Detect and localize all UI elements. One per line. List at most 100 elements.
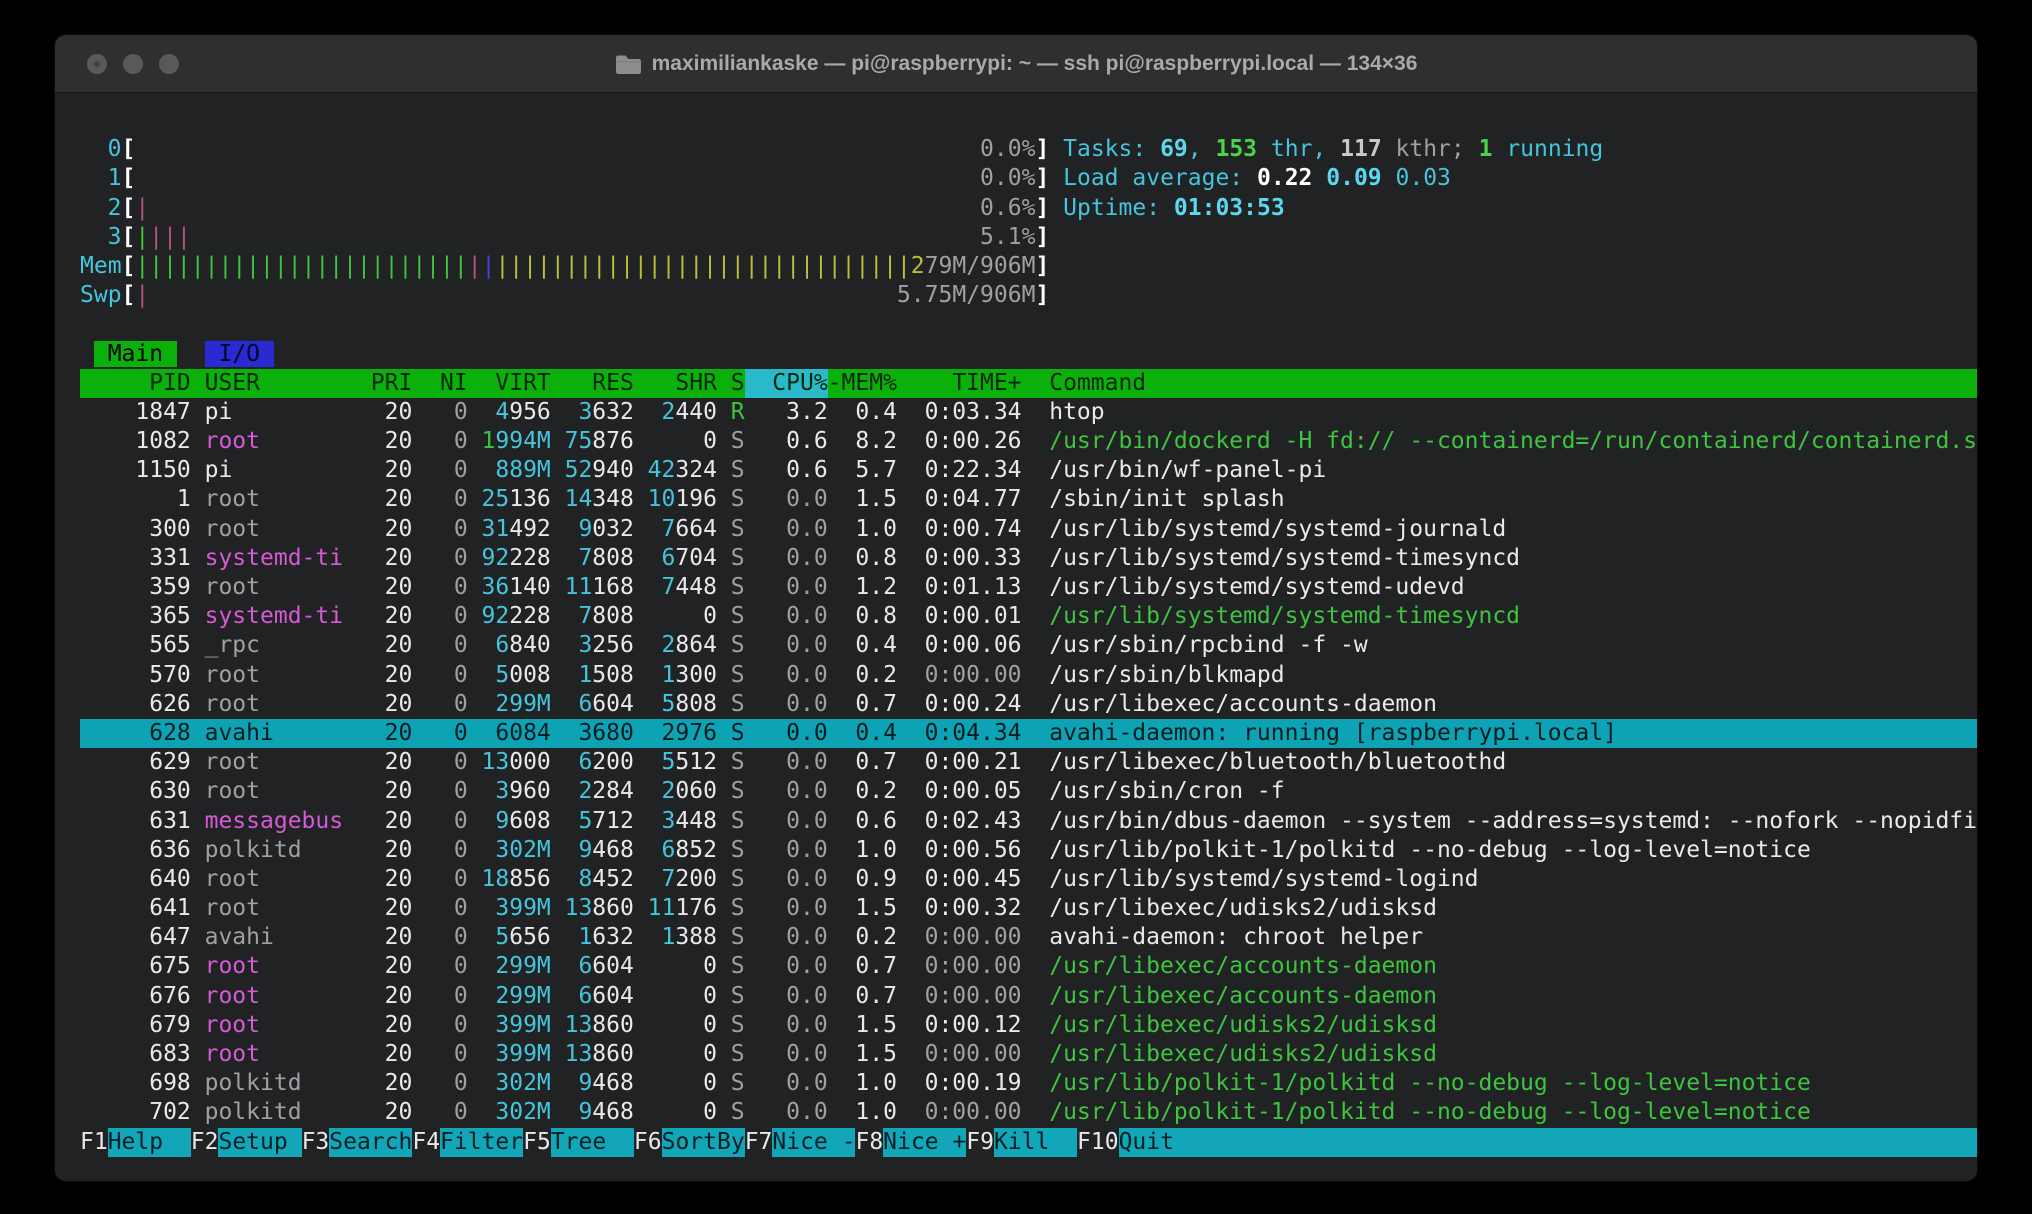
process-row[interactable]: 636polkitd200302M94686852S0.01.00:00.56/… [80,836,1977,865]
shr-cell: 10196 [634,485,717,514]
process-row[interactable]: 630root200396022842060S0.00.20:00.05/usr… [80,777,1977,806]
mem-cell: 1.0 [828,1098,897,1127]
process-row[interactable]: 359root20036140111687448S0.01.20:01.13/u… [80,573,1977,602]
summary-line: Uptime: 01:03:53 [1049,195,1284,221]
mem-cell: 0.7 [828,690,897,719]
fkey-search[interactable]: Search [329,1128,412,1157]
command-cell: /usr/bin/dockerd -H fd:// --containerd=/… [1049,427,1977,456]
column-header-mem[interactable]: -MEM% [828,369,897,398]
tab-main[interactable]: Main [94,341,177,367]
column-header-ni[interactable]: NI [412,369,467,398]
summary-line: Tasks: 69, 153 thr, 117 kthr; 1 running [1049,136,1603,162]
column-header-shr[interactable]: SHR [634,369,717,398]
fkey-help[interactable]: Help [108,1128,191,1157]
time-cell: 0:00.00 [897,952,1022,981]
process-row[interactable]: 647avahi200565616321388S0.00.20:00.00ava… [80,923,1977,952]
swp-meter-row: Swp[|5.75M/906M] [80,281,1977,310]
fkey-number: F2 [191,1128,219,1157]
res-cell: 7808 [551,544,634,573]
command-cell: /usr/libexec/accounts-daemon [1049,690,1977,719]
process-row[interactable]: 365systemd-ti2009222878080S0.00.80:00.01… [80,602,1977,631]
gap-cell [191,1011,205,1040]
process-row[interactable]: 628avahi200608436802976S0.00.40:04.34ava… [80,719,1977,748]
fkey-setup[interactable]: Setup [218,1128,301,1157]
pid-cell: 570 [80,661,191,690]
gap-cell [191,573,205,602]
column-header-virt[interactable]: VIRT [468,369,551,398]
process-row[interactable]: 640root2001885684527200S0.00.90:00.45/us… [80,865,1977,894]
process-row[interactable]: 570root200500815081300S0.00.20:00.00/usr… [80,661,1977,690]
pri-cell: 20 [343,1040,412,1069]
minimize-button[interactable] [123,54,143,74]
process-row[interactable]: 631messagebus200960857123448S0.00.60:02.… [80,807,1977,836]
s-cell: S [717,661,745,690]
shr-cell: 1300 [634,661,717,690]
shr-cell: 0 [634,427,717,456]
time-cell: 0:00.45 [897,865,1022,894]
time-cell: 0:00.00 [897,661,1022,690]
res-cell: 14348 [551,485,634,514]
ni-cell: 0 [412,807,467,836]
shr-cell: 7664 [634,515,717,544]
fkey-tree[interactable]: Tree [551,1128,634,1157]
column-header-user[interactable]: USER [205,369,343,398]
time-cell: 0:00.05 [897,777,1022,806]
process-row[interactable]: 698polkitd200302M94680S0.01.00:00.19/usr… [80,1069,1977,1098]
process-row[interactable]: 1847pi200495636322440R3.20.40:03.34htop [80,398,1977,427]
pri-cell: 20 [343,573,412,602]
table-header: PID USERPRINIVIRTRESSHRSCPU%-MEM%TIME+ Com… [80,369,1977,398]
column-header-res[interactable]: RES [551,369,634,398]
column-header-pri[interactable]: PRI [343,369,412,398]
mem-cell: 0.4 [828,398,897,427]
gap-cell [191,427,205,456]
process-row[interactable]: 641root200399M1386011176S0.01.50:00.32/u… [80,894,1977,923]
gap-cell [191,865,205,894]
pri-cell: 20 [343,427,412,456]
column-header-pid[interactable]: PID [80,369,191,398]
process-row[interactable]: 683root200399M138600S0.01.50:00.00/usr/l… [80,1040,1977,1069]
fkey-kill[interactable]: Kill [994,1128,1077,1157]
mem-meter: Mem[||||||||||||||||||||||||||||||||||||… [80,252,1049,281]
column-header-s[interactable]: S [717,369,745,398]
process-row[interactable]: 676root200299M66040S0.00.70:00.00/usr/li… [80,982,1977,1011]
res-cell: 9468 [551,1069,634,1098]
pri-cell: 20 [343,456,412,485]
time-cell: 0:00.00 [897,1040,1022,1069]
process-row[interactable]: 629root2001300062005512S0.00.70:00.21/us… [80,748,1977,777]
process-row[interactable]: 679root200399M138600S0.01.50:00.12/usr/l… [80,1011,1977,1040]
cpu-cell: 0.0 [745,1098,828,1127]
pid-cell: 640 [80,865,191,894]
process-row[interactable]: 702polkitd200302M94680S0.01.00:00.00/usr… [80,1098,1977,1127]
process-row[interactable]: 565_rpc200684032562864S0.00.40:00.06/usr… [80,631,1977,660]
column-header-command[interactable]: Command [1049,369,1977,398]
process-row[interactable]: 1082root2001994M758760S0.68.20:00.26/usr… [80,427,1977,456]
fkey-nice[interactable]: Nice + [883,1128,966,1157]
cpu-cell: 3.2 [745,398,828,427]
virt-cell: 399M [468,1040,551,1069]
process-row[interactable]: 626root200299M66045808S0.00.70:00.24/usr… [80,690,1977,719]
mem-cell: 0.2 [828,661,897,690]
process-row[interactable]: 331systemd-ti2009222878086704S0.00.80:00… [80,544,1977,573]
fkey-quit[interactable]: Quit [1119,1128,1202,1157]
zoom-button[interactable] [159,54,179,74]
column-header-time[interactable]: TIME+ [897,369,1022,398]
process-row[interactable]: 1150pi200889M5294042324S0.65.70:22.34/us… [80,456,1977,485]
res-cell: 9032 [551,515,634,544]
virt-cell: 889M [468,456,551,485]
fkey-sortby[interactable]: SortBy [662,1128,745,1157]
terminal-screen[interactable]: 0[0.0%]Tasks: 69, 153 thr, 117 kthr; 1 r… [55,93,1977,1181]
process-row[interactable]: 675root200299M66040S0.00.70:00.00/usr/li… [80,952,1977,981]
close-button[interactable] [87,54,107,74]
res-cell: 6200 [551,748,634,777]
time-cell: 0:00.24 [897,690,1022,719]
mem-cell: 1.5 [828,1040,897,1069]
process-row[interactable]: 1root200251361434810196S0.01.50:04.77/sb… [80,485,1977,514]
fkey-filter[interactable]: Filter [440,1128,523,1157]
tab-io[interactable]: I/O [205,341,274,367]
s-cell: S [717,777,745,806]
mem-cell: 0.7 [828,982,897,1011]
column-header-cpu[interactable]: CPU% [745,369,828,398]
process-row[interactable]: 300root2003149290327664S0.01.00:00.74/us… [80,515,1977,544]
gap2-cell [1022,573,1050,602]
fkey-nice[interactable]: Nice - [772,1128,855,1157]
